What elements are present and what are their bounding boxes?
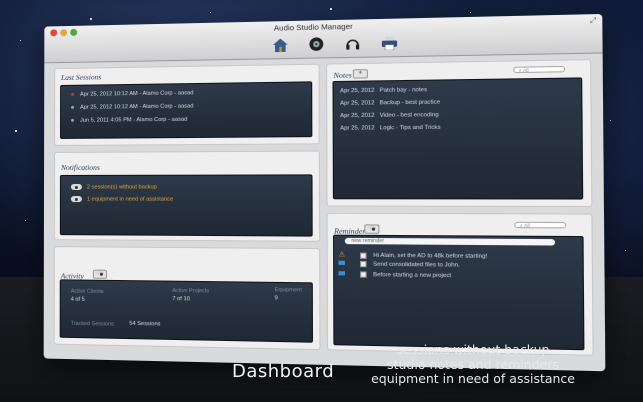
eye-icon <box>70 196 82 203</box>
home-icon[interactable] <box>271 35 290 54</box>
activity-stats: Active Clients 4 of 5 Active Projects 7 … <box>59 279 314 343</box>
app-window: Audio Studio Manager ⤢ Last Sessions Apr… <box>43 13 606 372</box>
last-sessions-panel: Last Sessions Apr 25, 2012 10:12 AM - Al… <box>54 63 320 146</box>
new-reminder-input[interactable]: new reminder <box>344 237 556 246</box>
note-row[interactable]: Apr 25, 2012 Video - best encoding <box>340 112 439 119</box>
active-projects-label: Active Projects <box>172 287 210 295</box>
active-clients-value: 4 of 5 <box>70 296 85 303</box>
notifications-list: 2 session(s) without backup 1 equipment … <box>59 174 313 237</box>
flag-icon <box>338 271 345 276</box>
reminder-checkbox[interactable] <box>360 271 367 278</box>
eye-icon <box>70 183 82 190</box>
note-row[interactable]: Apr 25, 2012 Backup - best practice <box>340 99 440 106</box>
notifications-panel: Notifications 2 session(s) without backu… <box>53 150 321 242</box>
active-clients-label: Active Clients <box>70 288 104 296</box>
dashboard-caption: Dashboard <box>232 361 335 382</box>
eye-icon <box>95 271 104 276</box>
active-projects-value: 7 of 10 <box>172 295 190 303</box>
tracked-sessions-value: 54 Sessions <box>129 320 161 328</box>
tagline-line: studio notes and reminders <box>387 356 559 372</box>
title-bar: Audio Studio Manager ⤢ <box>44 13 603 64</box>
notification-row[interactable]: 2 session(s) without backup <box>70 183 157 191</box>
reminder-eye-button[interactable] <box>364 224 380 234</box>
headphones-icon[interactable] <box>343 34 362 53</box>
reminder-row[interactable]: Before starting a new project <box>338 271 451 279</box>
equipment-label: Equipment <box>274 287 302 294</box>
session-row[interactable]: Apr 25, 2012 10:12 AM - Alamo Corp - aas… <box>71 90 193 98</box>
tagline-line: equipment in need of assistance <box>371 371 575 386</box>
activity-panel: Activity Active Clients 4 of 5 Active Pr… <box>53 246 321 351</box>
reminder-row[interactable]: ⚠ Hi Alain, set the AD to 48k before star… <box>338 250 487 260</box>
status-dot-icon <box>71 118 75 122</box>
reminder-row[interactable]: Send consolidated files to John. <box>338 260 460 269</box>
fullscreen-icon[interactable]: ⤢ <box>590 17 596 26</box>
record-icon[interactable] <box>307 35 326 54</box>
toolbar <box>271 33 399 54</box>
reminder-checkbox[interactable] <box>360 252 367 259</box>
sessions-list: Apr 25, 2012 10:12 AM - Alamo Corp - aas… <box>60 81 313 139</box>
note-row[interactable]: Apr 25, 2012 Patch bay - notes <box>340 87 427 94</box>
notes-panel: Notes + ⌕ All Apr 25, 2012 Patch bay - n… <box>326 59 593 208</box>
add-note-button[interactable]: + <box>352 69 368 79</box>
notes-list: Apr 25, 2012 Patch bay - notes Apr 25, 2… <box>332 77 584 200</box>
reminder-search-input[interactable]: ⌕ All <box>514 221 567 229</box>
notes-title: Notes <box>333 70 352 80</box>
notification-row[interactable]: 1 equipment in need of assistance <box>70 196 173 203</box>
feature-tagline: sessions without backup studio notes and… <box>371 342 575 387</box>
status-dot-icon <box>71 92 75 96</box>
note-row[interactable]: Apr 25, 2012 Logic - Tips and Tricks <box>340 125 440 132</box>
activity-eye-button[interactable] <box>92 269 107 279</box>
status-dot-icon <box>71 105 75 109</box>
tagline-line: sessions without backup <box>396 342 550 357</box>
eye-icon <box>367 225 377 231</box>
session-row[interactable]: Apr 25, 2012 10:12 AM - Alamo Corp - aas… <box>71 103 193 111</box>
session-row[interactable]: Jun 5, 2011 4:05 PM - Alamo Corp - aasad <box>71 117 187 124</box>
equipment-value: 9 <box>274 295 278 302</box>
tracked-sessions-label: Tracked Sessions: <box>70 320 116 328</box>
reminder-panel: Reminder ⌕ All new reminder ⚠ Hi Alain, s… <box>326 212 594 356</box>
notifications-title: Notifications <box>60 162 100 172</box>
flag-icon <box>338 261 345 266</box>
last-sessions-title: Last Sessions <box>61 72 102 82</box>
warning-icon: ⚠ <box>338 251 346 259</box>
reminder-checkbox[interactable] <box>360 260 367 268</box>
reminder-list: new reminder ⚠ Hi Alain, set the AD to 48… <box>333 234 585 351</box>
printer-icon[interactable] <box>380 33 400 52</box>
notes-search-input[interactable]: ⌕ All <box>513 65 566 74</box>
